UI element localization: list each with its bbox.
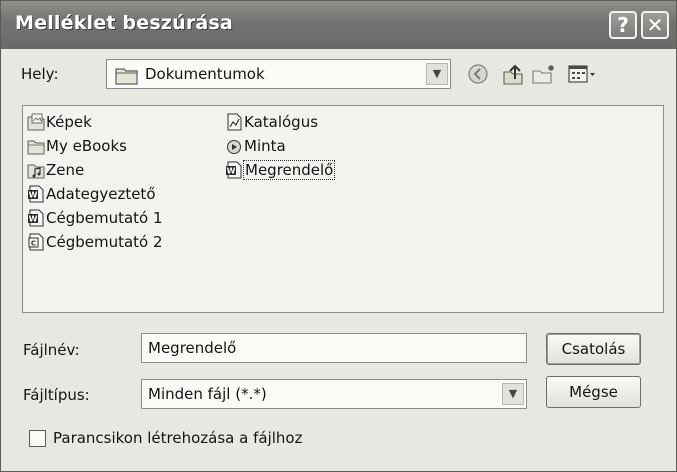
chevron-down-icon[interactable]: ▼ — [502, 383, 524, 405]
attach-button[interactable]: Csatolás — [546, 333, 641, 365]
cancel-button[interactable]: Mégse — [546, 376, 641, 408]
up-folder-icon[interactable] — [501, 63, 525, 89]
file-name: Képek — [46, 113, 92, 131]
file-name: Minta — [244, 137, 286, 155]
file-list[interactable]: Képek My eBooks Zene W Adategyeztető W C… — [22, 105, 664, 313]
help-button[interactable]: ? — [609, 11, 637, 39]
chevron-down-icon[interactable]: ▼ — [426, 63, 448, 85]
file-name: Cégbemutató 1 — [46, 209, 163, 227]
word-document-icon: W — [225, 161, 243, 179]
insert-attachment-dialog: Melléklet beszúrása ? ✕ Hely: Dokumentum… — [0, 0, 677, 472]
file-name: Cégbemutató 2 — [46, 233, 163, 251]
media-file-icon — [225, 137, 243, 155]
word-document-icon: W — [27, 209, 45, 227]
filetype-select[interactable]: Minden fájl (*.*) ▼ — [141, 379, 527, 409]
folder-icon — [115, 65, 139, 89]
close-button[interactable]: ✕ — [641, 11, 669, 39]
file-name: Adategyeztető — [46, 185, 156, 203]
word-document-icon: W — [27, 185, 45, 203]
chart-document-icon — [225, 113, 243, 131]
folder-icon — [27, 137, 45, 155]
music-folder-icon — [27, 161, 45, 179]
shortcut-checkbox[interactable] — [29, 430, 46, 447]
shortcut-checkbox-label[interactable]: Parancsikon létrehozása a fájlhoz — [53, 429, 302, 447]
views-menu-icon[interactable] — [567, 63, 597, 89]
svg-text:W: W — [227, 167, 236, 176]
new-folder-icon[interactable] — [531, 63, 557, 89]
location-combo[interactable]: Dokumentumok ▼ — [106, 59, 451, 89]
svg-text:W: W — [29, 215, 38, 224]
document-icon: C — [27, 233, 45, 251]
title-bar[interactable]: Melléklet beszúrása ? ✕ — [1, 1, 676, 49]
filetype-value: Minden fájl (*.*) — [148, 385, 267, 403]
filetype-label: Fájltípus: — [23, 386, 90, 404]
location-value: Dokumentumok — [145, 65, 265, 83]
file-name: Zene — [46, 161, 85, 179]
back-icon[interactable] — [467, 63, 489, 89]
filename-input[interactable] — [141, 333, 527, 363]
filename-label: Fájlnév: — [23, 341, 80, 359]
svg-text:W: W — [29, 191, 38, 200]
file-name: My eBooks — [46, 137, 127, 155]
location-label: Hely: — [21, 65, 59, 83]
svg-text:C: C — [31, 240, 36, 248]
file-name: Megrendelő — [242, 160, 336, 180]
file-name: Katalógus — [244, 113, 319, 131]
image-folder-icon — [27, 113, 45, 131]
window-title: Melléklet beszúrása — [15, 12, 233, 34]
